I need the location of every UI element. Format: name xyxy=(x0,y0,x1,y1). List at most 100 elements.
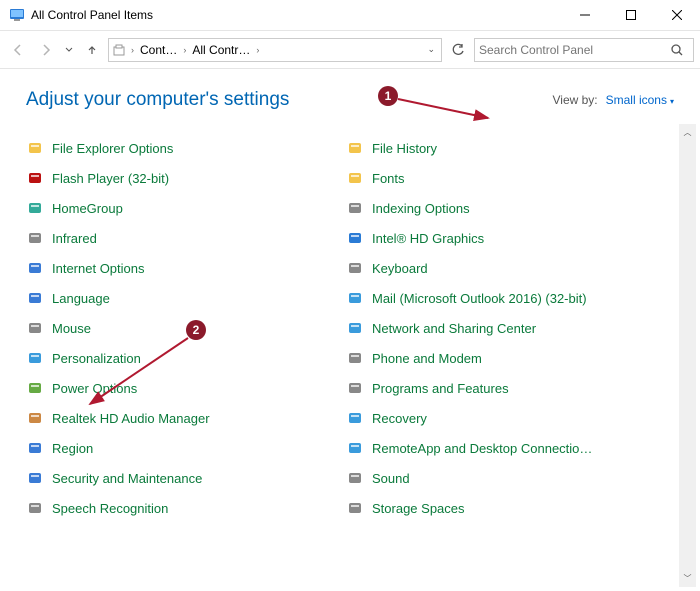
item-label: RemoteApp and Desktop Connectio… xyxy=(372,441,592,456)
titlebar: All Control Panel Items xyxy=(0,0,700,31)
item-realtek-hd-audio[interactable]: Realtek HD Audio Manager xyxy=(26,409,336,427)
minimize-button[interactable] xyxy=(562,0,608,31)
item-sound[interactable]: Sound xyxy=(346,469,656,487)
breadcrumb-all-items[interactable]: All Contr… xyxy=(190,43,252,57)
search-icon[interactable] xyxy=(665,38,689,62)
addressbar[interactable]: › Cont… › All Contr… › ⌄ xyxy=(108,38,442,62)
homegroup-icon xyxy=(26,199,44,217)
programs-icon xyxy=(346,379,364,397)
item-mail[interactable]: Mail (Microsoft Outlook 2016) (32-bit) xyxy=(346,289,656,307)
item-label: Fonts xyxy=(372,171,405,186)
item-label: Region xyxy=(52,441,93,456)
toolbar: › Cont… › All Contr… › ⌄ xyxy=(0,31,700,69)
content-area: Adjust your computer's settings View by:… xyxy=(0,69,700,591)
maximize-button[interactable] xyxy=(608,0,654,31)
phone-icon xyxy=(346,349,364,367)
searchbox[interactable] xyxy=(474,38,694,62)
scroll-up-arrow[interactable]: ︿ xyxy=(679,124,696,141)
item-network-sharing[interactable]: Network and Sharing Center xyxy=(346,319,656,337)
item-remoteapp[interactable]: RemoteApp and Desktop Connectio… xyxy=(346,439,656,457)
item-label: Mouse xyxy=(52,321,91,336)
item-personalization[interactable]: Personalization xyxy=(26,349,336,367)
item-phone-modem[interactable]: Phone and Modem xyxy=(346,349,656,367)
item-label: Flash Player (32-bit) xyxy=(52,171,169,186)
mic-icon xyxy=(26,499,44,517)
chevron-right-icon: › xyxy=(129,45,136,55)
item-label: Sound xyxy=(372,471,410,486)
breadcrumb-control-panel[interactable]: Cont… xyxy=(138,43,179,57)
remote-icon xyxy=(346,439,364,457)
index-icon xyxy=(346,199,364,217)
item-infrared[interactable]: Infrared xyxy=(26,229,336,247)
item-file-explorer-options[interactable]: File Explorer Options xyxy=(26,139,336,157)
item-label: Storage Spaces xyxy=(372,501,465,516)
item-speech-recognition[interactable]: Speech Recognition xyxy=(26,499,336,517)
globe-icon xyxy=(26,259,44,277)
window-title: All Control Panel Items xyxy=(31,8,562,22)
up-button[interactable] xyxy=(80,38,104,62)
view-by-value[interactable]: Small icons▾ xyxy=(606,93,674,107)
back-button[interactable] xyxy=(6,38,30,62)
item-label: Infrared xyxy=(52,231,97,246)
items-grid: File Explorer Options File History Flash P… xyxy=(26,139,656,517)
vertical-scrollbar[interactable]: ︿ ﹀ xyxy=(679,124,696,587)
item-region[interactable]: Region xyxy=(26,439,336,457)
keyboard-icon xyxy=(346,259,364,277)
item-label: Personalization xyxy=(52,351,141,366)
item-label: HomeGroup xyxy=(52,201,123,216)
fonts-icon xyxy=(346,169,364,187)
flash-icon xyxy=(26,169,44,187)
sound-icon xyxy=(346,469,364,487)
item-recovery[interactable]: Recovery xyxy=(346,409,656,427)
annotation-badge-1: 1 xyxy=(378,86,398,106)
view-by-label: View by: xyxy=(552,93,597,107)
item-label: Mail (Microsoft Outlook 2016) (32-bit) xyxy=(372,291,587,306)
annotation-badge-2: 2 xyxy=(186,320,206,340)
item-label: Programs and Features xyxy=(372,381,509,396)
history-icon xyxy=(346,139,364,157)
language-icon xyxy=(26,289,44,307)
folder-icon xyxy=(26,139,44,157)
item-label: Intel® HD Graphics xyxy=(372,231,484,246)
forward-button[interactable] xyxy=(34,38,58,62)
item-flash-player[interactable]: Flash Player (32-bit) xyxy=(26,169,336,187)
recovery-icon xyxy=(346,409,364,427)
item-mouse[interactable]: Mouse xyxy=(26,319,336,337)
item-label: Speech Recognition xyxy=(52,501,168,516)
network-icon xyxy=(346,319,364,337)
item-storage-spaces[interactable]: Storage Spaces xyxy=(346,499,656,517)
item-language[interactable]: Language xyxy=(26,289,336,307)
item-label: Network and Sharing Center xyxy=(372,321,536,336)
item-security-maintenance[interactable]: Security and Maintenance xyxy=(26,469,336,487)
item-keyboard[interactable]: Keyboard xyxy=(346,259,656,277)
close-button[interactable] xyxy=(654,0,700,31)
item-power-options[interactable]: Power Options xyxy=(26,379,336,397)
refresh-button[interactable] xyxy=(446,38,470,62)
intel-icon xyxy=(346,229,364,247)
item-label: Keyboard xyxy=(372,261,428,276)
item-fonts[interactable]: Fonts xyxy=(346,169,656,187)
item-homegroup[interactable]: HomeGroup xyxy=(26,199,336,217)
storage-icon xyxy=(346,499,364,517)
item-label: Security and Maintenance xyxy=(52,471,202,486)
infrared-icon xyxy=(26,229,44,247)
item-file-history[interactable]: File History xyxy=(346,139,656,157)
item-programs-features[interactable]: Programs and Features xyxy=(346,379,656,397)
scroll-down-arrow[interactable]: ﹀ xyxy=(679,570,696,587)
history-dropdown[interactable] xyxy=(62,38,76,62)
view-by: View by: Small icons▾ xyxy=(552,93,674,107)
item-label: File Explorer Options xyxy=(52,141,173,156)
flag-icon xyxy=(26,469,44,487)
search-input[interactable] xyxy=(479,43,665,57)
addressbar-dropdown[interactable]: ⌄ xyxy=(423,44,439,55)
folder-icon xyxy=(111,42,127,58)
item-intel-hd-graphics[interactable]: Intel® HD Graphics xyxy=(346,229,656,247)
item-label: File History xyxy=(372,141,437,156)
item-label: Power Options xyxy=(52,381,137,396)
chevron-right-icon: › xyxy=(181,45,188,55)
item-internet-options[interactable]: Internet Options xyxy=(26,259,336,277)
item-label: Indexing Options xyxy=(372,201,470,216)
speaker-icon xyxy=(26,409,44,427)
mouse-icon xyxy=(26,319,44,337)
item-indexing-options[interactable]: Indexing Options xyxy=(346,199,656,217)
